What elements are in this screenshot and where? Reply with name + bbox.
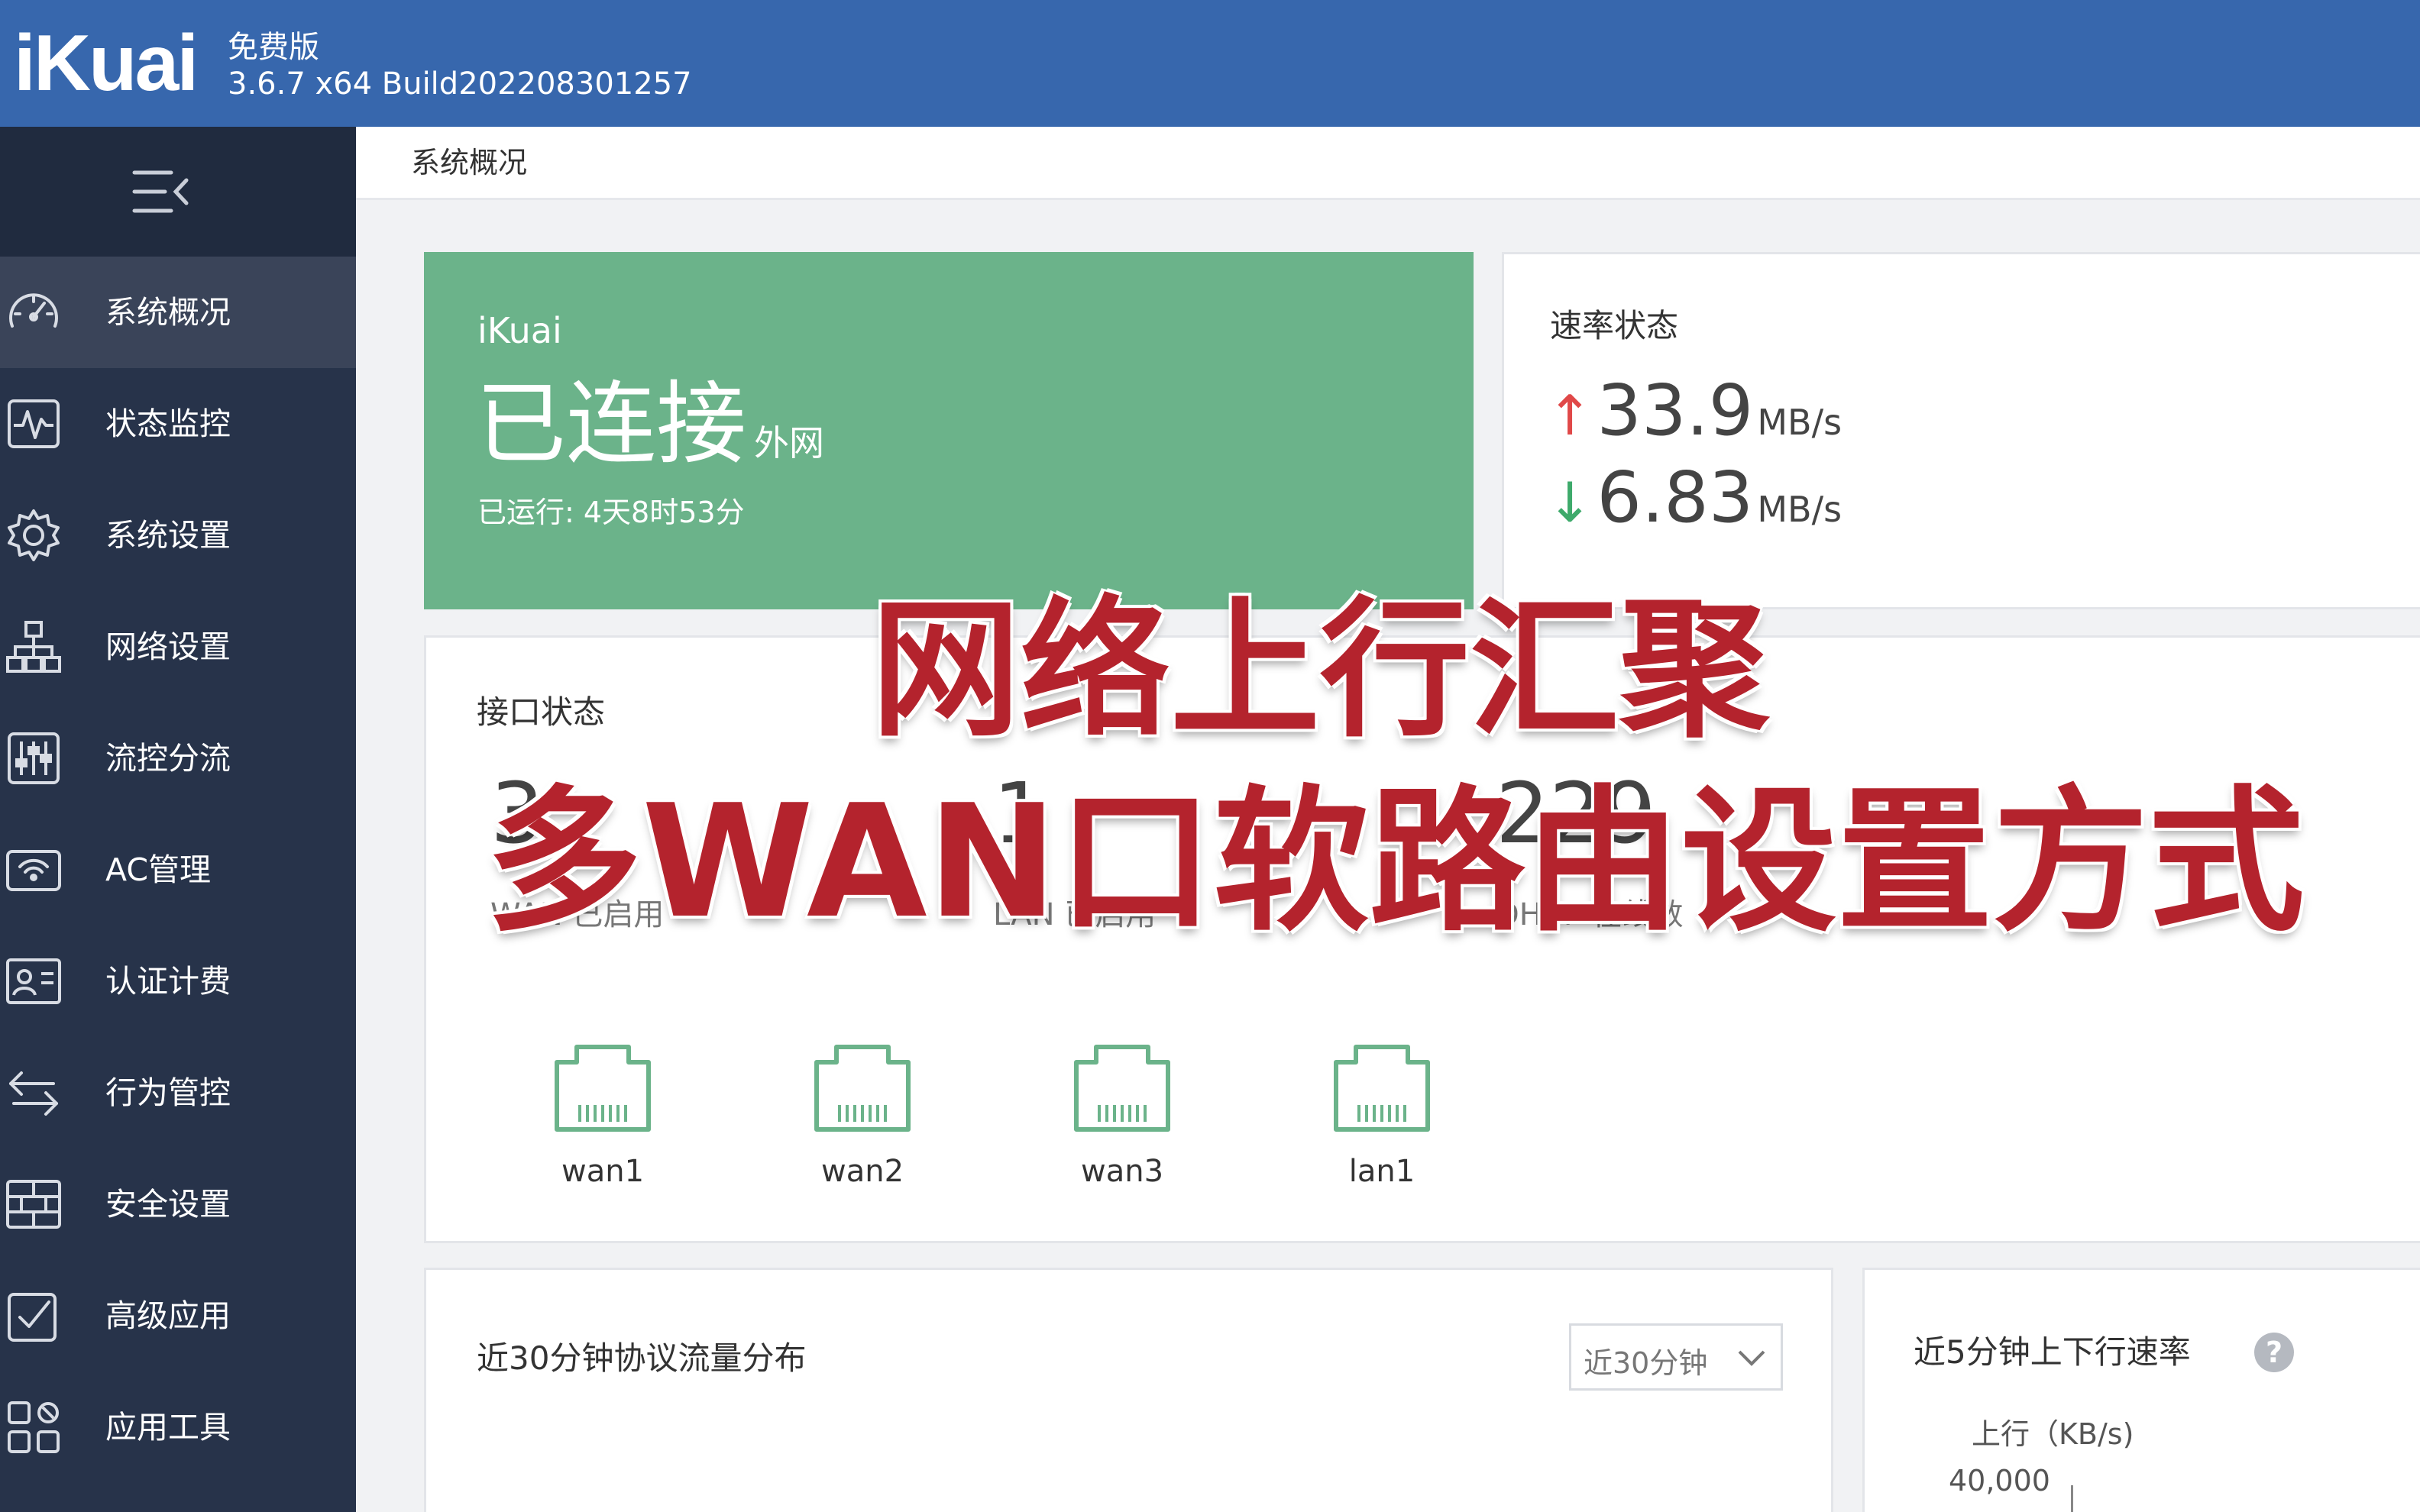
up-arrow-icon: ↑: [1547, 383, 1593, 447]
upload-rate-unit: MB/s: [1757, 402, 1842, 443]
sidebar-item-label: 系统设置: [105, 517, 231, 554]
sidebar-item-flow-control[interactable]: 流控分流: [0, 703, 356, 814]
brand-logo: iKuai: [14, 19, 199, 108]
sidebar-item-system-settings[interactable]: 系统设置: [0, 480, 356, 591]
port-label: lan1: [1348, 1154, 1415, 1189]
sliders-icon: [8, 732, 60, 784]
port-lan1[interactable]: lan1: [1325, 1042, 1439, 1189]
sidebar-item-network-settings[interactable]: 网络设置: [0, 591, 356, 703]
overlay-title-line2: 多WAN口软路由设置方式: [486, 772, 2305, 953]
connection-status-text: 已连接: [476, 371, 747, 477]
overlay-title-line1: 网络上行汇聚: [871, 583, 1770, 758]
sidebar-item-app-tools[interactable]: 应用工具: [0, 1371, 356, 1483]
recent-speed-title: 近5分钟上下行速率: [1914, 1333, 2191, 1371]
sidebar-item-monitor[interactable]: 状态监控: [0, 368, 356, 480]
connection-status-sub: 外网: [754, 422, 825, 464]
sidebar-collapse-toggle[interactable]: [0, 127, 356, 257]
port-wan3[interactable]: wan3: [1065, 1042, 1179, 1189]
down-arrow-icon: ↓: [1547, 470, 1593, 535]
sidebar-item-ac-management[interactable]: AC管理: [0, 814, 356, 926]
gear-icon: [8, 509, 60, 561]
interface-title: 接口状态: [477, 693, 606, 731]
port-label: wan1: [561, 1154, 645, 1189]
time-range-select[interactable]: 近30分钟: [1569, 1323, 1783, 1391]
sidebar-item-label: 系统概况: [105, 294, 231, 331]
time-range-value: 近30分钟: [1584, 1346, 1708, 1380]
swap-arrows-icon: [9, 1071, 58, 1116]
sidebar-item-label: 应用工具: [105, 1409, 231, 1446]
connection-brand: iKuai: [477, 310, 562, 351]
port-wan1[interactable]: wan1: [545, 1042, 660, 1189]
sidebar-item-auth-billing[interactable]: 认证计费: [0, 926, 356, 1037]
ethernet-port-icon: [1074, 1045, 1170, 1132]
download-rate-value: 6.83: [1597, 457, 1754, 538]
sidebar-item-overview[interactable]: 系统概况: [0, 257, 356, 368]
checked-box-icon: [8, 1293, 57, 1342]
breadcrumb-bar: 系统概况: [356, 127, 2420, 200]
sidebar-item-security[interactable]: 安全设置: [0, 1149, 356, 1260]
rate-status-card: 速率状态 ↑ 33.9 MB/s ↓ 6.83 MB/s: [1502, 252, 2420, 609]
ethernet-port-icon: [1334, 1045, 1430, 1132]
sidebar-item-label: AC管理: [105, 851, 211, 888]
sidebar-item-advanced[interactable]: 高级应用: [0, 1260, 356, 1371]
pulse-monitor-icon: [8, 399, 60, 448]
protocol-traffic-card: 近30分钟协议流量分布 近30分钟: [424, 1268, 1833, 1512]
download-rate-unit: MB/s: [1757, 489, 1842, 530]
connection-status-card: iKuai 已连接 外网 已运行: 4天8时53分: [424, 252, 1474, 609]
sidebar-nav: 系统概况 状态监控 系统设置 网络设置 流控分流 AC管理 认证计费 行为管控 …: [0, 257, 356, 1483]
port-label: wan2: [820, 1154, 904, 1189]
port-wan2[interactable]: wan2: [805, 1042, 920, 1189]
upload-rate-value: 33.9: [1597, 370, 1754, 451]
network-tree-icon: [6, 621, 61, 673]
uptime-text: 已运行: 4天8时53分: [477, 496, 745, 529]
breadcrumb: 系统概况: [411, 146, 528, 179]
port-label: wan3: [1080, 1154, 1164, 1189]
connection-status: 已连接 外网: [476, 374, 824, 493]
version-label: 3.6.7 x64 Build202208301257: [228, 66, 692, 102]
sidebar-item-label: 流控分流: [105, 740, 231, 777]
sidebar-item-behavior-control[interactable]: 行为管控: [0, 1037, 356, 1149]
wifi-ap-icon: [6, 850, 61, 891]
id-card-icon: [6, 958, 61, 1004]
sidebar-item-label: 高级应用: [105, 1297, 231, 1334]
rate-title: 速率状态: [1550, 307, 1679, 344]
chevron-down-icon: [1738, 1350, 1765, 1366]
sidebar: 系统概况 状态监控 系统设置 网络设置 流控分流 AC管理 认证计费 行为管控 …: [0, 127, 356, 1512]
upload-axis-label: 上行（KB/s): [1972, 1417, 2134, 1451]
ethernet-port-icon: [814, 1045, 911, 1132]
help-icon[interactable]: ?: [2254, 1333, 2294, 1372]
sidebar-item-label: 行为管控: [105, 1074, 231, 1111]
ethernet-port-icon: [555, 1045, 651, 1132]
axis-tick-label: 40,000: [1949, 1464, 2050, 1497]
y-axis-line: [2071, 1485, 2073, 1512]
protocol-traffic-title: 近30分钟协议流量分布: [477, 1339, 807, 1377]
top-header: iKuai 免费版 3.6.7 x64 Build202208301257: [0, 0, 2420, 127]
sidebar-item-label: 状态监控: [105, 405, 231, 442]
firewall-brick-icon: [6, 1180, 61, 1229]
download-rate-row: ↓ 6.83 MB/s: [1547, 456, 1842, 560]
sidebar-item-label: 认证计费: [105, 963, 231, 1000]
apps-grid-icon: [8, 1401, 60, 1453]
recent-speed-card: 近5分钟上下行速率 ? 上行（KB/s) 40,000: [1862, 1268, 2420, 1512]
sidebar-item-label: 安全设置: [105, 1186, 231, 1223]
dashboard-icon: [9, 293, 58, 328]
edition-label: 免费版: [228, 30, 319, 65]
sidebar-item-label: 网络设置: [105, 628, 231, 665]
menu-collapse-icon[interactable]: [131, 166, 189, 217]
